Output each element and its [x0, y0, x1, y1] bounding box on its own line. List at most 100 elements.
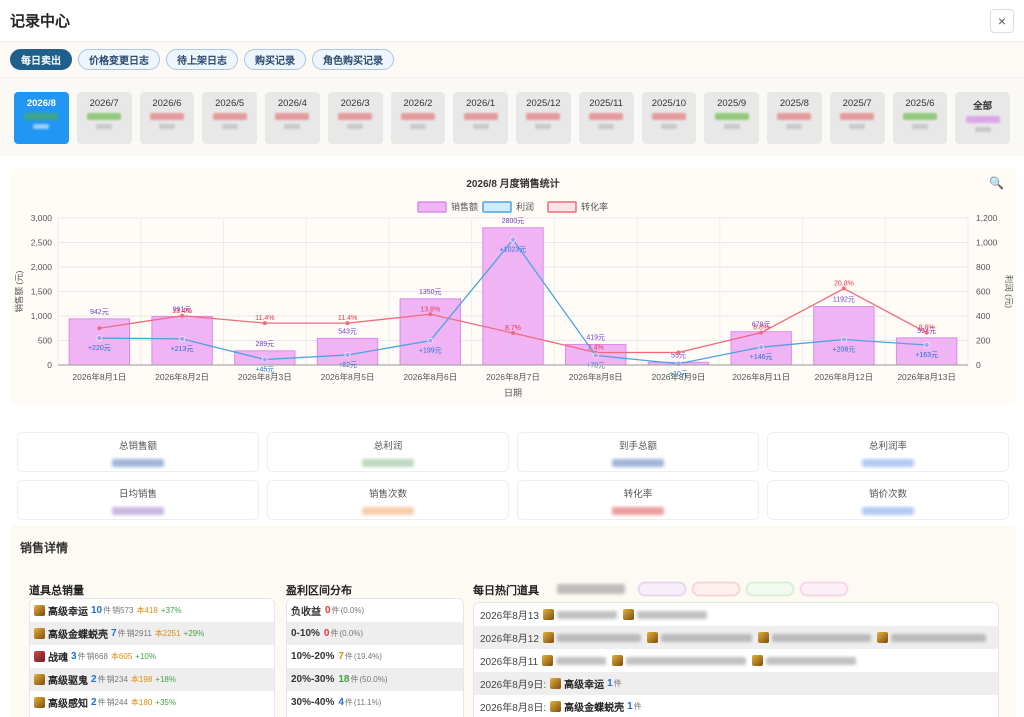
hot-row: 2026年8月11: [474, 649, 998, 672]
month-value-blur: [149, 113, 184, 120]
month-3[interactable]: 2026/5: [202, 92, 257, 144]
month-11[interactable]: 2025/9: [704, 92, 759, 144]
sales-bar: [68, 318, 131, 366]
items-title: 道具总销量: [29, 585, 84, 597]
sales-bar-label: 942元: [90, 308, 109, 316]
month-value-blur: [338, 113, 373, 120]
y-tick-label: 3,000: [31, 213, 53, 223]
filter-pill[interactable]: [692, 582, 740, 596]
item-profit-pct: +37%: [160, 606, 182, 615]
profit-range-row: 10%-20% 7 件 (19.4%): [287, 645, 463, 668]
sales-chart: 销售额 利润 转化率 0 0 500 200 1,000 400 1,500 600 2,000 800…: [14, 201, 1014, 398]
filter-pill[interactable]: [638, 582, 686, 596]
profit-point: [841, 336, 847, 343]
month-value-blur: [965, 116, 1000, 123]
month-sub-blur: [409, 124, 426, 129]
tab-4[interactable]: 角色购买记录: [312, 49, 394, 70]
filter-pill[interactable]: [800, 582, 848, 596]
tab-1[interactable]: 价格变更日志: [78, 49, 160, 70]
month-8[interactable]: 2025/12: [516, 92, 571, 144]
month-10[interactable]: 2025/10: [641, 92, 697, 144]
stat-label: 销售次数: [368, 489, 407, 500]
rate-label: 8.7%: [505, 325, 521, 332]
item-icon: [34, 651, 45, 662]
legend-label: 利润: [516, 201, 534, 212]
month-4[interactable]: 2026/4: [265, 92, 320, 144]
month-label: 2025/10: [651, 98, 687, 109]
month-sub-blur: [472, 124, 489, 129]
filter-pill[interactable]: [746, 582, 794, 596]
month-sub-blur: [974, 127, 991, 132]
tab-3[interactable]: 购买记录: [244, 49, 306, 70]
y2-tick-label: 200: [976, 336, 990, 346]
profit-point: [261, 356, 268, 363]
hot-date: 2026年8月13: [480, 611, 539, 622]
hot-row: 2026年8月12: [474, 626, 998, 649]
stat-card: 日均销售: [17, 480, 259, 520]
month-15[interactable]: 全部: [955, 92, 1010, 144]
profit-label: +213元: [171, 345, 194, 353]
y-tick-label: 0: [47, 360, 52, 370]
item-row: 高级金蝶蜕壳 7 件销2911 本2251 +29%: [30, 622, 274, 645]
range-pct: (50.0%): [359, 675, 388, 684]
month-label: 全部: [973, 101, 993, 112]
month-sub-blur: [158, 124, 175, 129]
item-sold: 销244: [106, 698, 128, 707]
month-13[interactable]: 2025/7: [829, 92, 885, 144]
item-count: 2: [91, 674, 97, 685]
month-sub-blur: [535, 124, 552, 129]
tab-2[interactable]: 待上架日志: [166, 49, 238, 70]
close-button[interactable]: ×: [990, 8, 1014, 33]
hot-date: 2026年8月12: [480, 634, 539, 645]
sales-bar-label: 289元: [255, 340, 274, 348]
item-unit: 件: [97, 675, 106, 684]
stat-label: 总利润: [373, 441, 403, 452]
item-icon: [542, 655, 554, 666]
stat-value-blur: [862, 459, 914, 467]
item-count: 2: [91, 697, 97, 708]
x-tick-label: 2026年8月5日: [321, 372, 375, 382]
hot-panel: 2026年8月13 2026年8月12 2026年8月11 2026年8月9日: 高级幸…: [473, 602, 999, 717]
item-count: 3: [71, 651, 77, 662]
stat-label: 日均销售: [118, 489, 157, 500]
item-icon: [757, 632, 769, 643]
month-9[interactable]: 2025/11: [578, 92, 634, 144]
hot-date: 2026年8月9日:: [480, 680, 547, 691]
item-icon: [542, 632, 554, 643]
month-1[interactable]: 2026/7: [76, 92, 132, 144]
month-6[interactable]: 2026/2: [390, 92, 446, 144]
month-2[interactable]: 2026/6: [139, 92, 195, 144]
sales-bar-label: 419元: [586, 333, 605, 341]
y2-tick-label: 800: [976, 262, 990, 272]
item-sold: 销573: [112, 606, 134, 615]
month-0[interactable]: 2026/8: [14, 92, 69, 144]
month-sub-blur: [96, 124, 113, 129]
month-label: 2026/1: [466, 98, 496, 109]
rate-label: 11.4%: [338, 315, 357, 322]
profit-point: [427, 337, 434, 344]
stat-value-blur: [862, 507, 914, 515]
stat-label: 销价次数: [868, 489, 907, 500]
range-count: 0: [323, 628, 330, 639]
month-12[interactable]: 2025/8: [767, 92, 822, 144]
month-selector: 2026/8 2026/7 2026/6 2026/5 2026/4 2026/3 2026…: [0, 78, 1024, 156]
month-value-blur: [24, 113, 59, 120]
chart-panel: 2026/8 月度销售统计 🔍 销售额 利润 转化率 0 0 500 200 1,000 400…: [10, 168, 1016, 406]
hot-filters: [638, 582, 848, 596]
rate-label: 13.8%: [420, 306, 440, 313]
month-14[interactable]: 2025/6: [892, 92, 948, 144]
month-7[interactable]: 2026/1: [453, 92, 508, 144]
item-icon: [612, 655, 624, 666]
stat-value-blur: [612, 459, 664, 467]
y-tick-label: 1,500: [31, 287, 53, 297]
range-unit: 件: [344, 698, 353, 707]
item-name: 高级幸运: [48, 607, 88, 618]
y-tick-label: 1,000: [31, 311, 53, 321]
legend-swatch: [482, 201, 512, 213]
tab-0[interactable]: 每日卖出: [10, 49, 72, 70]
month-label: 2025/12: [526, 98, 561, 109]
month-5[interactable]: 2026/3: [327, 92, 383, 144]
y-tick-label: 2,000: [31, 262, 53, 272]
month-sub-blur: [849, 124, 866, 129]
y2-tick-label: 1,000: [976, 238, 998, 248]
